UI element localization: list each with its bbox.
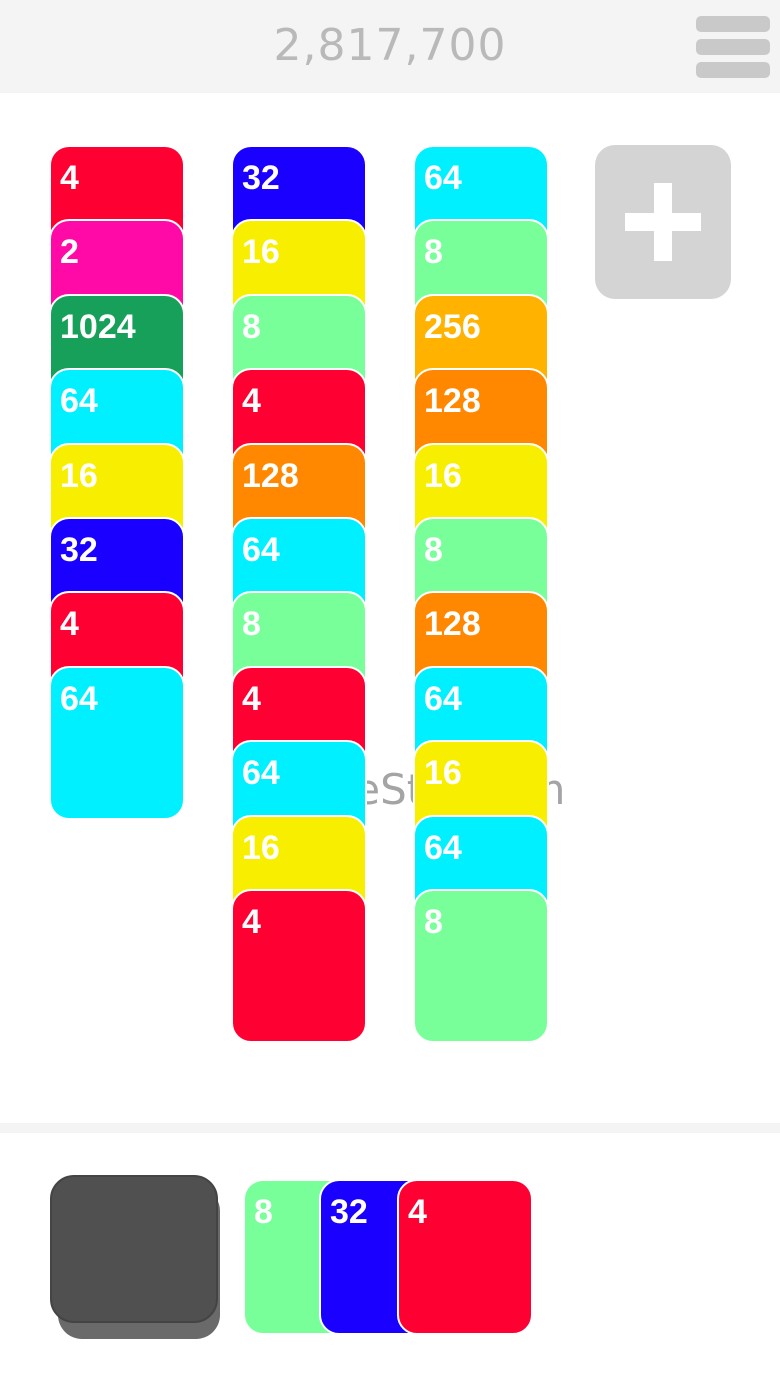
card-value: 4 xyxy=(242,680,261,718)
card[interactable]: 64 xyxy=(49,666,185,820)
card-value: 64 xyxy=(242,531,280,569)
card-value: 8 xyxy=(424,233,443,271)
card-value: 64 xyxy=(242,754,280,792)
card-value: 8 xyxy=(242,308,261,346)
card-value: 64 xyxy=(424,159,462,197)
card-value: 16 xyxy=(60,457,98,495)
card-value: 8 xyxy=(424,531,443,569)
card-value: 8 xyxy=(242,605,261,643)
card-value: 64 xyxy=(60,680,98,718)
card-tray: 8 32 4 xyxy=(0,1133,780,1387)
card-value: 16 xyxy=(424,754,462,792)
card-value: 2 xyxy=(60,233,79,271)
card-value: 4 xyxy=(242,903,261,941)
card-value: 16 xyxy=(424,457,462,495)
game-board: 4 2 1024 64 16 32 4 64 32 16 8 4 128 64 8 4 64 16 4 64 8 25… xyxy=(0,93,780,1123)
card-value: 16 xyxy=(242,829,280,867)
card-value: 32 xyxy=(242,159,280,197)
card-value: 128 xyxy=(242,457,299,495)
card-value: 8 xyxy=(424,903,443,941)
card-value: 32 xyxy=(60,531,98,569)
top-bar: 2,817,700 xyxy=(0,0,780,93)
card-value: 64 xyxy=(60,382,98,420)
card-value: 256 xyxy=(424,308,481,346)
draw-deck[interactable] xyxy=(50,1175,222,1341)
card-value: 8 xyxy=(254,1193,273,1231)
menu-button[interactable] xyxy=(696,16,770,78)
card-value: 1024 xyxy=(60,308,136,346)
card-value: 128 xyxy=(424,605,481,643)
card-value: 4 xyxy=(60,159,79,197)
add-column-button[interactable] xyxy=(595,145,731,299)
card-value: 4 xyxy=(408,1193,427,1231)
card-value: 16 xyxy=(242,233,280,271)
card-value: 64 xyxy=(424,829,462,867)
hand-card[interactable]: 4 xyxy=(397,1179,533,1335)
card-value: 4 xyxy=(60,605,79,643)
card-value: 64 xyxy=(424,680,462,718)
card-value: 128 xyxy=(424,382,481,420)
card-value: 32 xyxy=(330,1193,368,1231)
card-value: 4 xyxy=(242,382,261,420)
card[interactable]: 8 xyxy=(413,889,549,1043)
score-display: 2,817,700 xyxy=(273,20,507,71)
card[interactable]: 4 xyxy=(231,889,367,1043)
hand-cards: 8 32 4 xyxy=(243,1179,543,1339)
